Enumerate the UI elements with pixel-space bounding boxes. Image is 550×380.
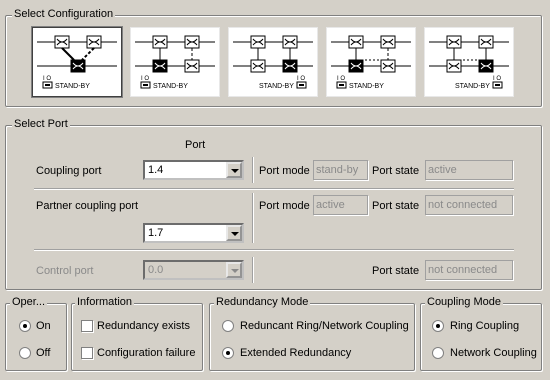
configuration-diagram-5: I OSTAND-BY bbox=[429, 35, 509, 90]
operation-group: Oper... bbox=[5, 296, 67, 371]
operation-off-radio[interactable] bbox=[19, 347, 31, 359]
standby-label: STAND-BY bbox=[455, 83, 490, 90]
partner-row-separator bbox=[252, 193, 254, 243]
partner-coupling-port-value: 1.7 bbox=[148, 227, 164, 239]
redundancy-mode-legend: Redundancy Mode bbox=[214, 296, 311, 308]
configuration-diagram-3: I OSTAND-BY bbox=[233, 35, 313, 90]
redundancy-exists-label: Redundancy exists bbox=[97, 320, 190, 332]
select-port-legend: Select Port bbox=[12, 118, 70, 130]
partner-coupling-port-dropdown-button[interactable] bbox=[226, 225, 242, 241]
configuration-diagram-1: I O STAND-BY bbox=[37, 35, 117, 90]
port-column-header: Port bbox=[185, 139, 206, 151]
io-indicator-label: I O bbox=[337, 76, 345, 82]
coupling-port-dropdown-button[interactable] bbox=[226, 162, 242, 178]
redundancy-extended-radio[interactable] bbox=[222, 347, 234, 359]
configuration-failure-label: Configuration failure bbox=[97, 347, 196, 359]
port-divider-2 bbox=[34, 249, 514, 251]
io-indicator-label: I O bbox=[141, 76, 149, 82]
control-port-dropdown-button[interactable] bbox=[226, 262, 242, 278]
coupling-mode-group: Coupling Mode bbox=[420, 296, 542, 371]
io-indicator-label: I O bbox=[297, 76, 305, 82]
configuration-option-2[interactable]: I O STAND-BY bbox=[130, 27, 220, 97]
configuration-option-4[interactable]: I O STAND-BY bbox=[326, 27, 416, 97]
redundancy-extended-label[interactable]: Extended Redundancy bbox=[240, 347, 351, 359]
coupling-ring-label[interactable]: Ring Coupling bbox=[450, 320, 519, 332]
operation-on-radio[interactable] bbox=[19, 320, 31, 332]
control-port-state-label: Port state bbox=[372, 265, 420, 277]
information-group: Information bbox=[71, 296, 203, 371]
partner-port-mode-field: active bbox=[313, 195, 368, 215]
coupling-network-label[interactable]: Network Coupling bbox=[450, 347, 537, 359]
configuration-diagram-4: I O STAND-BY bbox=[331, 35, 411, 90]
operation-on-label[interactable]: On bbox=[36, 320, 51, 332]
coupling-row-separator bbox=[252, 157, 254, 183]
port-divider-1 bbox=[34, 188, 514, 190]
redundancy-ring-radio[interactable] bbox=[222, 320, 234, 332]
redundancy-exists-checkbox bbox=[81, 320, 93, 332]
configuration-option-5[interactable]: I O STAND-BY bbox=[424, 27, 514, 97]
control-port-label: Control port bbox=[36, 265, 94, 277]
coupling-port-label: Coupling port bbox=[36, 165, 102, 177]
control-row-separator bbox=[252, 257, 254, 283]
io-indicator-label: I O bbox=[493, 76, 501, 82]
coupling-port-state-field: active bbox=[425, 160, 513, 180]
select-configuration-legend: Select Configuration bbox=[12, 8, 116, 20]
partner-port-state-field: not connected bbox=[425, 195, 513, 215]
partner-coupling-port-select[interactable]: 1.7 bbox=[143, 223, 244, 243]
control-port-value: 0.0 bbox=[148, 264, 164, 276]
standby-label: STAND-BY bbox=[349, 83, 384, 90]
coupling-port-state-label: Port state bbox=[372, 165, 420, 177]
configuration-option-1[interactable]: I O STAND-BY bbox=[31, 26, 123, 98]
configuration-diagram-2: I O STAND-BY bbox=[135, 35, 215, 90]
partner-port-state-label: Port state bbox=[372, 200, 420, 212]
coupling-port-mode-label: Port mode bbox=[259, 165, 310, 177]
coupling-ring-radio[interactable] bbox=[432, 320, 444, 332]
standby-label: STAND-BY bbox=[259, 83, 294, 90]
io-indicator-label: I O bbox=[43, 76, 51, 82]
partner-port-mode-label: Port mode bbox=[259, 200, 310, 212]
operation-off-label[interactable]: Off bbox=[36, 347, 50, 359]
configuration-option-3[interactable]: I O STAND-BY bbox=[228, 27, 318, 97]
coupling-network-radio[interactable] bbox=[432, 347, 444, 359]
configuration-failure-checkbox bbox=[81, 347, 93, 359]
coupling-port-select[interactable]: 1.4 bbox=[143, 160, 244, 180]
control-port-select[interactable]: 0.0 bbox=[143, 260, 244, 280]
partner-coupling-port-label: Partner coupling port bbox=[36, 200, 139, 212]
information-legend: Information bbox=[75, 296, 135, 308]
redundancy-ring-label[interactable]: Reduncant Ring/Network Coupling bbox=[240, 320, 409, 332]
standby-label: STAND-BY bbox=[153, 83, 188, 90]
coupling-port-mode-field: stand-by bbox=[313, 160, 368, 180]
operation-legend: Oper... bbox=[10, 296, 48, 308]
coupling-mode-legend: Coupling Mode bbox=[425, 296, 503, 308]
standby-label: STAND-BY bbox=[55, 83, 90, 90]
coupling-port-value: 1.4 bbox=[148, 164, 164, 176]
redundancy-mode-group: Redundancy Mode bbox=[209, 296, 415, 371]
control-port-state-field: not connected bbox=[425, 260, 513, 280]
